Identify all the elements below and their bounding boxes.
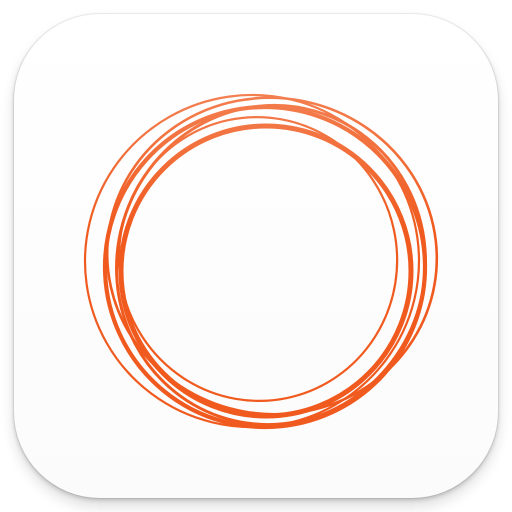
- scribble-ring-5: [118, 123, 414, 419]
- app-icon[interactable]: [14, 14, 498, 498]
- orange-scribble-circle-icon: [83, 93, 439, 430]
- app-icon-canvas: [0, 0, 512, 512]
- scribble-ring-6: [117, 116, 399, 402]
